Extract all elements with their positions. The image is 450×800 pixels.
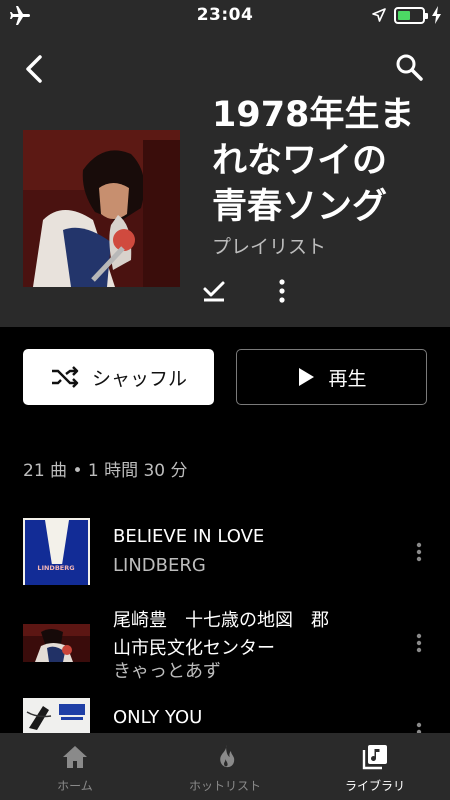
more-vertical-icon — [416, 542, 422, 562]
back-button[interactable] — [22, 52, 50, 86]
library-added-button[interactable] — [201, 278, 227, 308]
track-artwork — [23, 698, 90, 733]
status-bar: 23:04 — [0, 0, 450, 34]
chevron-left-icon — [26, 55, 42, 83]
nav-home-label: ホーム — [57, 779, 93, 793]
shuffle-label: シャッフル — [91, 367, 187, 390]
track-artwork — [23, 624, 90, 662]
bottom-navigation: ホーム ホットリスト ライブラリ — [0, 733, 450, 800]
shuffle-icon — [51, 366, 79, 388]
battery-icon — [394, 7, 428, 24]
check-icon — [203, 281, 225, 302]
nav-hotlist[interactable]: ホットリスト — [150, 733, 300, 800]
playlist-meta: 21 曲 • 1 時間 30 分 — [23, 461, 188, 481]
track-title: 尾崎豊 十七歳の地図 郡 山市民文化センター — [113, 610, 329, 659]
track-more-button[interactable] — [412, 633, 426, 657]
play-icon — [299, 368, 315, 386]
track-title: BELIEVE IN LOVE — [113, 526, 265, 547]
svg-text:LINDBERG: LINDBERG — [37, 564, 74, 572]
nav-home[interactable]: ホーム — [0, 733, 150, 800]
nav-library[interactable]: ライブラリ — [300, 733, 450, 800]
track-artist: きゃっとあず — [113, 661, 221, 682]
playlist-title: 1978年生ま れなワイの 青春ソング — [212, 95, 415, 227]
track-more-button[interactable] — [412, 542, 426, 566]
track-artwork: LINDBERG — [23, 518, 90, 585]
library-icon — [362, 745, 387, 770]
play-label: 再生 — [328, 367, 367, 390]
nav-hotlist-label: ホットリスト — [188, 779, 261, 793]
location-icon — [372, 7, 386, 26]
playlist-type: プレイリスト — [212, 236, 327, 258]
track-artist: LINDBERG — [113, 555, 206, 576]
more-vertical-icon — [279, 279, 285, 303]
search-button[interactable] — [394, 52, 426, 84]
more-options-button[interactable] — [272, 278, 292, 308]
playlist-artwork — [23, 130, 180, 287]
more-vertical-icon — [416, 633, 422, 653]
charging-icon — [432, 6, 442, 28]
nav-library-label: ライブラリ — [344, 779, 405, 793]
track-title: ONLY YOU — [113, 707, 203, 728]
home-icon — [63, 746, 87, 768]
search-icon — [396, 54, 423, 81]
shuffle-button[interactable]: シャッフル — [23, 349, 214, 405]
play-button[interactable]: 再生 — [236, 349, 427, 405]
flame-icon — [220, 745, 235, 768]
playlist-header: 1978年生ま れなワイの 青春ソング プレイリスト — [0, 34, 450, 327]
